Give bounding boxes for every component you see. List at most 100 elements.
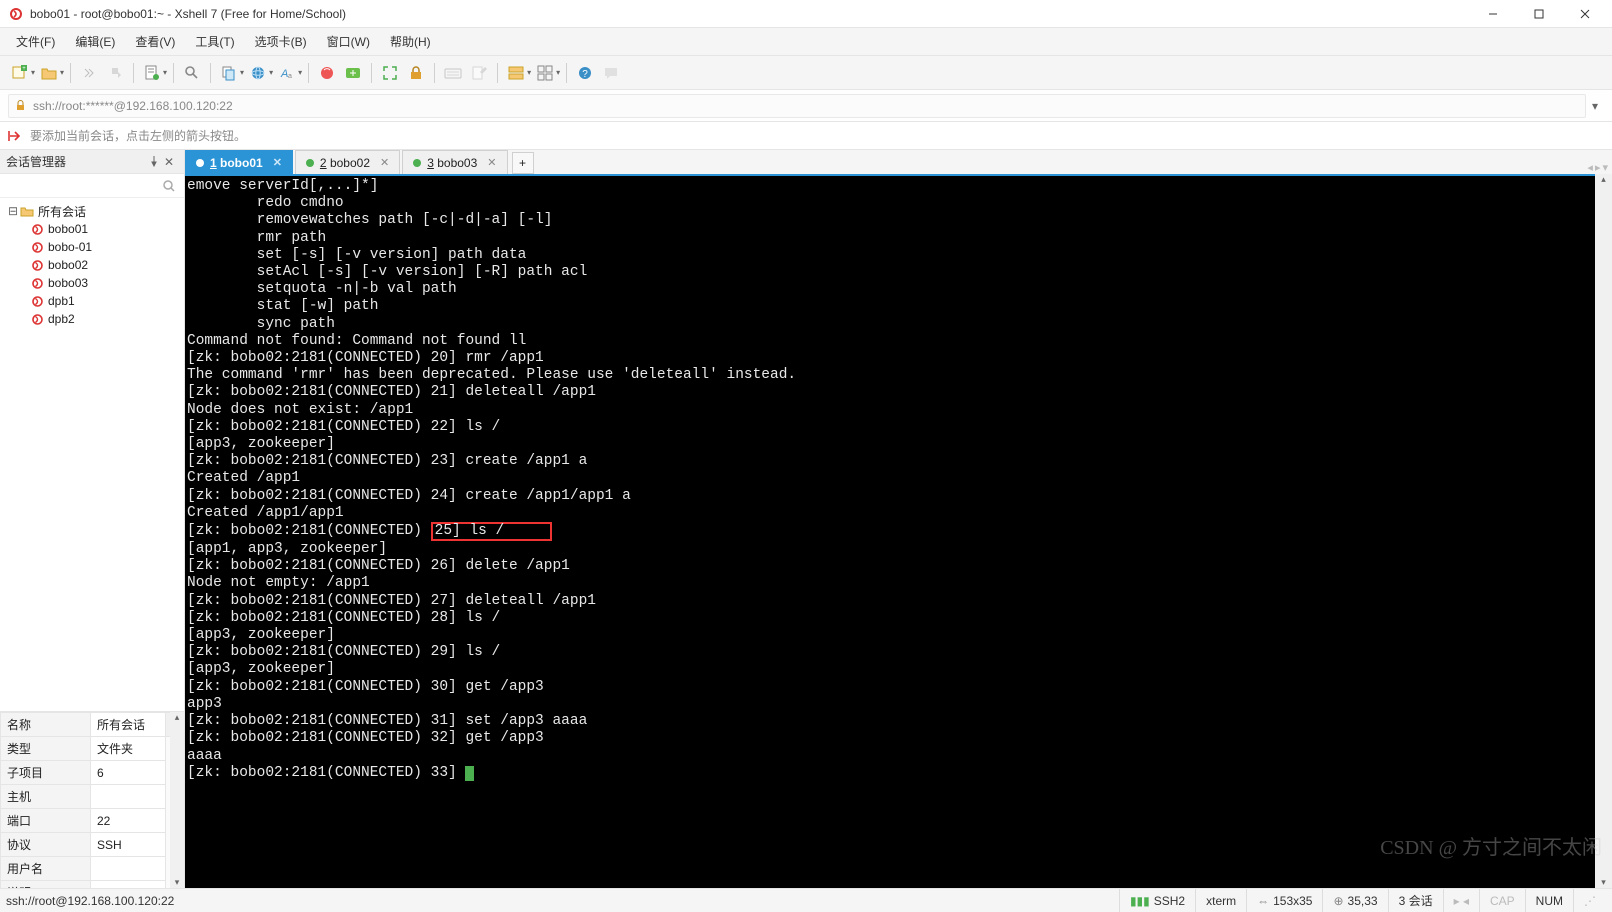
session-item[interactable]: bobo01 [4, 220, 180, 238]
session-icon [30, 294, 44, 308]
reconnect-icon[interactable] [77, 61, 101, 85]
terminal-pre: emove serverId[,...]*] redo cmdno remove… [187, 178, 796, 521]
status-resize-grip[interactable]: ⋰ [1573, 889, 1606, 912]
minimize-button[interactable] [1470, 0, 1516, 28]
tile-grid-icon[interactable] [533, 61, 557, 85]
open-session-icon[interactable] [37, 61, 61, 85]
xagent-icon[interactable] [315, 61, 339, 85]
prop-val [91, 857, 166, 881]
session-manager-title: 会话管理器 [6, 153, 66, 170]
menu-tab[interactable]: 选项卡(B) [247, 30, 315, 53]
help-icon[interactable]: ? [573, 61, 597, 85]
fullscreen-icon[interactable] [378, 61, 402, 85]
folder-icon [20, 204, 34, 218]
copy-icon[interactable] [217, 61, 241, 85]
terminal-hl-prefix: [zk: bobo02:2181(CONNECTED) [187, 523, 431, 539]
session-item[interactable]: bobo02 [4, 256, 180, 274]
session-icon [30, 222, 44, 236]
session-item[interactable]: bobo-01 [4, 238, 180, 256]
session-search[interactable] [0, 174, 184, 198]
disconnect-icon[interactable] [103, 61, 127, 85]
lock-icon[interactable] [404, 61, 428, 85]
maximize-button[interactable] [1516, 0, 1562, 28]
status-caps: CAP [1479, 889, 1525, 912]
status-term: xterm [1195, 889, 1246, 912]
tab-bobo01[interactable]: 1 bobo01✕ [185, 150, 293, 174]
prop-val [91, 785, 166, 809]
prop-key: 主机 [1, 785, 91, 809]
terminal-output[interactable]: emove serverId[,...]*] redo cmdno remove… [185, 174, 1612, 888]
prop-val [91, 881, 166, 889]
titlebar: bobo01 - root@bobo01:~ - Xshell 7 (Free … [0, 0, 1612, 28]
session-icon [30, 240, 44, 254]
keyboard-icon[interactable] [441, 61, 465, 85]
menu-help[interactable]: 帮助(H) [382, 30, 439, 53]
status-bar: ssh://root@192.168.100.120:22 ▮▮▮SSH2 xt… [0, 888, 1612, 912]
tab-close-icon[interactable]: ✕ [273, 156, 282, 169]
tab-list-icon[interactable]: ▾ [1602, 161, 1608, 174]
find-icon[interactable] [180, 61, 204, 85]
address-dropdown-icon[interactable]: ▾ [1586, 99, 1604, 113]
prop-key: 说明 [1, 881, 91, 889]
tab-close-icon[interactable]: ✕ [487, 156, 496, 169]
session-icon [30, 312, 44, 326]
session-label: dpb2 [48, 312, 75, 326]
font-icon[interactable]: Aa [275, 61, 299, 85]
prop-header-name: 名称 [1, 713, 91, 737]
prop-key: 类型 [1, 737, 91, 761]
status-num: NUM [1525, 889, 1573, 912]
svg-text:+: + [22, 66, 26, 72]
menu-edit[interactable]: 编辑(E) [67, 30, 123, 53]
session-label: bobo02 [48, 258, 88, 272]
pin-icon[interactable] [148, 155, 162, 169]
terminal-scrollbar[interactable]: ▴▾ [1595, 174, 1612, 888]
session-manager-header: 会话管理器 ✕ [0, 150, 184, 174]
tab-close-icon[interactable]: ✕ [380, 156, 389, 169]
signal-icon: ▮▮▮ [1130, 894, 1150, 908]
panel-close-icon[interactable]: ✕ [164, 155, 178, 169]
prop-val: SSH [91, 833, 166, 857]
prop-key: 端口 [1, 809, 91, 833]
session-item[interactable]: bobo03 [4, 274, 180, 292]
session-icon [30, 258, 44, 272]
main-area: 1 bobo01✕2 bobo02✕3 bobo03✕ + ◂ ▸ ▾ emov… [185, 150, 1612, 888]
menubar: 文件(F) 编辑(E) 查看(V) 工具(T) 选项卡(B) 窗口(W) 帮助(… [0, 28, 1612, 56]
tab-prev-icon[interactable]: ◂ [1587, 161, 1593, 174]
menu-file[interactable]: 文件(F) [8, 30, 63, 53]
session-label: bobo-01 [48, 240, 92, 254]
session-item[interactable]: dpb2 [4, 310, 180, 328]
close-button[interactable] [1562, 0, 1608, 28]
props-scrollbar-track[interactable]: ▴▾ [170, 712, 184, 888]
globe-icon[interactable] [246, 61, 270, 85]
menu-window[interactable]: 窗口(W) [319, 30, 378, 53]
status-arrows[interactable]: ▸ ◂ [1443, 889, 1479, 912]
new-session-icon[interactable]: + [8, 61, 32, 85]
session-item[interactable]: dpb1 [4, 292, 180, 310]
hint-text: 要添加当前会话，点击左侧的箭头按钮。 [30, 127, 246, 144]
xftp-icon[interactable] [341, 61, 365, 85]
address-bar: ssh://root:******@192.168.100.120:22 ▾ [0, 90, 1612, 122]
tab-bobo03[interactable]: 3 bobo03✕ [402, 150, 507, 174]
compose-icon[interactable] [467, 61, 491, 85]
prop-val: 6 [91, 761, 166, 785]
arrow-hint-icon[interactable] [8, 128, 24, 144]
lock-small-icon [15, 100, 27, 112]
tile-horiz-icon[interactable] [504, 61, 528, 85]
tab-bobo02[interactable]: 2 bobo02✕ [295, 150, 400, 174]
svg-text:a: a [288, 73, 292, 80]
properties-icon[interactable] [140, 61, 164, 85]
chat-icon[interactable] [599, 61, 623, 85]
toolbar: +▾ ▾ ▾ ▾ ▾ Aa▾ ▾ ▾ ? [0, 56, 1612, 90]
new-tab-button[interactable]: + [512, 152, 534, 174]
prop-key: 用户名 [1, 857, 91, 881]
tab-status-dot [306, 159, 314, 167]
menu-tools[interactable]: 工具(T) [187, 30, 242, 53]
tab-next-icon[interactable]: ▸ [1595, 161, 1601, 174]
terminal-prompt: [zk: bobo02:2181(CONNECTED) 33] [187, 765, 465, 781]
prop-key: 子项目 [1, 761, 91, 785]
hint-bar: 要添加当前会话，点击左侧的箭头按钮。 [0, 122, 1612, 150]
menu-view[interactable]: 查看(V) [127, 30, 183, 53]
address-input[interactable]: ssh://root:******@192.168.100.120:22 [8, 94, 1586, 118]
collapse-icon[interactable]: ⊟ [8, 204, 18, 218]
tree-root[interactable]: ⊟ 所有会话 [4, 202, 180, 220]
